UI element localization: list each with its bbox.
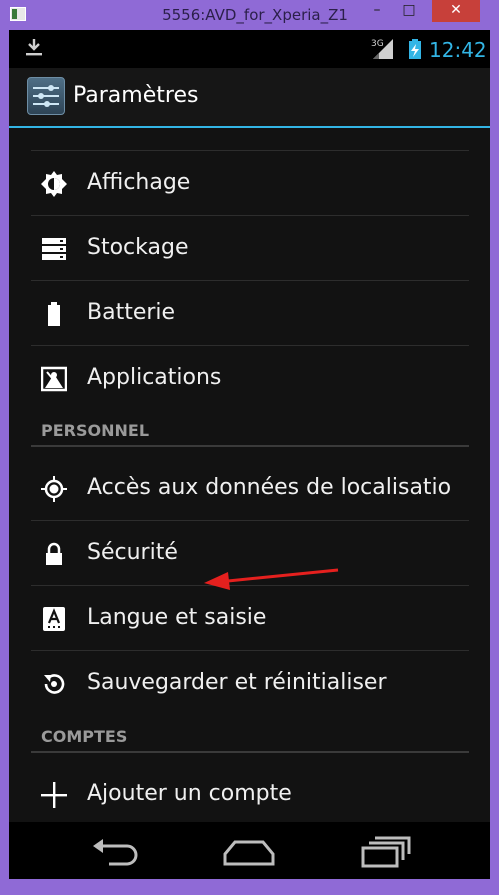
settings-list[interactable]: Affichage Stockage Batterie Applications… xyxy=(9,130,490,822)
lock-icon xyxy=(46,542,62,565)
settings-item-label: Batterie xyxy=(87,300,176,325)
device-screen: 3G 12:42 Paramètres Affichage Stockage B… xyxy=(9,30,490,879)
settings-item-label: Applications xyxy=(87,365,222,390)
storage-icon xyxy=(42,238,66,260)
language-icon xyxy=(43,607,65,631)
location-icon xyxy=(41,476,67,502)
maximize-button[interactable]: □ xyxy=(395,0,423,22)
backup-icon xyxy=(44,674,65,694)
settings-item-label: Sauvegarder et réinitialiser xyxy=(87,670,387,695)
settings-item-language[interactable]: Langue et saisie xyxy=(31,586,469,651)
section-header-label: COMPTES xyxy=(41,727,128,746)
status-bar: 3G 12:42 xyxy=(9,30,490,68)
emulator-app-icon xyxy=(10,7,26,21)
section-header-label: PERSONNEL xyxy=(41,421,150,440)
settings-item-display[interactable]: Affichage xyxy=(31,151,469,216)
section-divider xyxy=(31,445,469,447)
signal-icon: 3G xyxy=(371,39,421,59)
back-icon[interactable] xyxy=(85,834,145,868)
annotation-arrow xyxy=(204,568,339,590)
settings-item-add-account[interactable]: Ajouter un compte xyxy=(31,762,469,822)
window-title: 5556:AVD_for_Xperia_Z1 xyxy=(162,6,348,24)
settings-item-location[interactable]: Accès aux données de localisatio xyxy=(31,456,469,521)
settings-item-label: Langue et saisie xyxy=(87,605,267,630)
window-titlebar: 5556:AVD_for_Xperia_Z1 – □ ✕ xyxy=(0,0,499,30)
settings-item-label: Accès aux données de localisatio xyxy=(87,475,452,500)
settings-item-label: Affichage xyxy=(87,170,191,195)
settings-app-icon[interactable] xyxy=(27,77,65,115)
section-divider xyxy=(31,751,469,753)
action-bar: Paramètres xyxy=(9,68,490,128)
section-header-personal: PERSONNEL xyxy=(31,413,469,447)
add-icon xyxy=(41,782,67,808)
section-header-accounts: COMPTES xyxy=(31,719,469,753)
recent-apps-icon[interactable] xyxy=(355,834,415,868)
network-type-label: 3G xyxy=(371,39,384,49)
page-title: Paramètres xyxy=(73,83,199,108)
display-icon xyxy=(41,171,67,197)
minimize-button[interactable]: – xyxy=(363,0,391,22)
download-icon xyxy=(26,39,42,56)
close-button[interactable]: ✕ xyxy=(432,0,480,22)
settings-item-storage[interactable]: Stockage xyxy=(31,216,469,281)
home-icon[interactable] xyxy=(219,834,279,868)
settings-item-battery[interactable]: Batterie xyxy=(31,281,469,346)
apps-icon xyxy=(41,366,67,392)
settings-item-label: Ajouter un compte xyxy=(87,781,292,806)
status-clock: 12:42 xyxy=(429,38,487,62)
settings-item-label: Stockage xyxy=(87,235,189,260)
navigation-bar xyxy=(9,822,490,879)
settings-item-apps[interactable]: Applications xyxy=(31,346,469,411)
settings-item-backup[interactable]: Sauvegarder et réinitialiser xyxy=(31,651,469,716)
battery-icon xyxy=(48,302,60,326)
